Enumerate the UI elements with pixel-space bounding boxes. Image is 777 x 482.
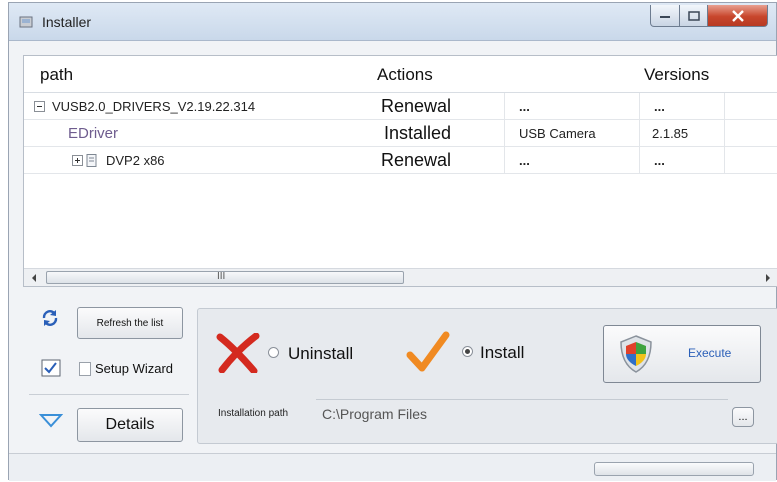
uninstall-radio[interactable] (268, 347, 279, 358)
column-header-path[interactable]: path (40, 56, 73, 92)
left-panel: Refresh the list Setup Wizard Details (23, 295, 191, 445)
setup-wizard-label: Setup Wizard (95, 361, 174, 376)
setup-wizard-icon (41, 359, 61, 377)
row-path: EDriver (68, 124, 119, 142)
minimize-button[interactable] (650, 5, 680, 27)
install-label: Install (480, 343, 525, 362)
row-path: DVP2 x86 (106, 152, 165, 168)
installer-app-icon (19, 16, 33, 28)
scrollbar-thumb[interactable]: III (46, 271, 404, 284)
progress-bar (594, 462, 754, 476)
install-radio-dot (465, 349, 470, 354)
installer-window: Installer path Actions Versions VUSB2.0_… (8, 2, 777, 481)
horizontal-scrollbar[interactable]: III (24, 268, 777, 286)
close-icon (731, 9, 744, 22)
scroll-left-icon[interactable] (30, 273, 38, 283)
column-header-actions[interactable]: Actions (377, 56, 433, 92)
uninstall-x-icon (216, 333, 260, 373)
table-row[interactable]: DVP2 x86 Renewal ... ... (24, 147, 777, 174)
maximize-icon (687, 10, 700, 21)
row-action: Installed (384, 122, 452, 143)
refresh-list-button[interactable]: Refresh the list (77, 307, 183, 339)
install-check-icon (406, 331, 450, 372)
scroll-right-icon[interactable] (764, 273, 772, 283)
row-version: 2.1.85 (652, 125, 689, 141)
table-row[interactable]: EDriver Installed USB Camera 2.1.85 (24, 120, 777, 147)
row-path: VUSB2.0_DRIVERS_V2.19.22.314 (52, 98, 256, 114)
close-button[interactable] (708, 5, 768, 27)
details-button[interactable]: Details (77, 408, 183, 442)
install-path-label: Installation path (218, 408, 289, 419)
row-version: ... (654, 152, 665, 168)
row-action: Renewal (381, 149, 452, 170)
uninstall-label: Uninstall (288, 344, 354, 363)
row-device: USB Camera (519, 125, 596, 141)
row-version: ... (654, 98, 665, 114)
scrollbar-grip: III (217, 271, 226, 282)
window-title: Installer (42, 14, 92, 30)
driver-tree-table[interactable]: path Actions Versions VUSB2.0_DRIVERS_V2… (23, 55, 777, 287)
title-bar: Installer (9, 3, 776, 41)
collapse-icon[interactable] (34, 100, 45, 112)
expand-icon[interactable] (72, 154, 83, 166)
driver-file-icon (86, 153, 97, 167)
row-action: Renewal (381, 95, 452, 116)
shield-icon (620, 335, 652, 373)
details-chevron-icon[interactable] (39, 413, 63, 429)
browse-button[interactable]: ... (732, 407, 754, 427)
minimize-icon (660, 15, 670, 18)
status-bar (9, 453, 776, 481)
install-path-field[interactable]: C:\Program Files (316, 399, 728, 427)
execute-label: Execute (688, 346, 732, 360)
action-panel: Uninstall Install Execute Installation p… (197, 308, 777, 444)
row-device: ... (519, 152, 530, 168)
column-header-versions[interactable]: Versions (644, 56, 709, 92)
left-divider (29, 394, 189, 395)
install-radio[interactable] (462, 346, 473, 357)
execute-button[interactable]: Execute (603, 325, 761, 383)
refresh-icon[interactable] (41, 309, 59, 327)
setup-wizard-checkbox[interactable] (79, 362, 91, 376)
table-row[interactable]: VUSB2.0_DRIVERS_V2.19.22.314 Renewal ...… (24, 93, 777, 120)
row-device: ... (519, 98, 530, 114)
maximize-button[interactable] (680, 5, 708, 27)
